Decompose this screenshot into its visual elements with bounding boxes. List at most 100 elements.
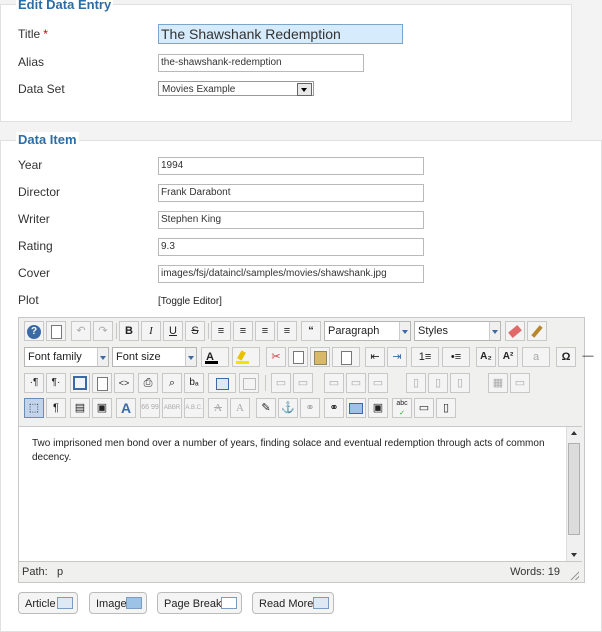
- format-select[interactable]: Paragraph: [324, 321, 411, 341]
- chevron-down-icon[interactable]: [489, 322, 500, 340]
- editor-content-area[interactable]: Two imprisoned men bond over a number of…: [19, 426, 582, 561]
- article-button[interactable]: Article: [18, 592, 78, 614]
- editor-scrollbar[interactable]: [566, 427, 582, 561]
- chevron-down-icon[interactable]: [297, 83, 312, 96]
- blockquote-icon[interactable]: “: [301, 321, 321, 341]
- new-document-icon[interactable]: [46, 321, 66, 341]
- html-source-icon[interactable]: <>: [114, 373, 134, 393]
- superscript-icon[interactable]: A²: [498, 347, 518, 367]
- visual-aid-icon[interactable]: ⬚: [24, 398, 44, 418]
- paste-text-icon[interactable]: [332, 347, 360, 367]
- pilcrow-icon[interactable]: ¶: [46, 398, 66, 418]
- delete-table-icon[interactable]: [239, 373, 259, 393]
- redo-icon[interactable]: ↷: [93, 321, 113, 341]
- ordered-list-icon[interactable]: 1≡: [411, 347, 439, 367]
- text-color-icon[interactable]: A: [201, 347, 229, 367]
- cite-icon[interactable]: 66 99: [140, 398, 160, 418]
- cut-icon[interactable]: ✂: [266, 347, 286, 367]
- ltr-icon[interactable]: ·¶: [24, 373, 44, 393]
- align-right-icon[interactable]: ≡: [277, 321, 297, 341]
- brush-icon[interactable]: [527, 321, 547, 341]
- insert-row-before-icon[interactable]: ▭: [324, 373, 344, 393]
- paste-icon[interactable]: [310, 347, 330, 367]
- rtl-icon[interactable]: ¶·: [46, 373, 66, 393]
- template-icon[interactable]: ▤: [70, 398, 90, 418]
- chevron-down-icon[interactable]: [185, 348, 196, 366]
- fullscreen-icon[interactable]: [70, 373, 90, 393]
- media-icon[interactable]: ▣: [368, 398, 388, 418]
- link-icon[interactable]: ⚭: [324, 398, 344, 418]
- insert-col-after-icon[interactable]: ▯: [428, 373, 448, 393]
- print-icon[interactable]: ⎙: [138, 373, 158, 393]
- resize-handle-icon[interactable]: [570, 571, 579, 580]
- path-value[interactable]: p: [57, 562, 63, 582]
- del-icon[interactable]: A: [208, 398, 228, 418]
- abbr-icon[interactable]: ABBR: [162, 398, 182, 418]
- eraser-icon[interactable]: [505, 321, 525, 341]
- subscript-icon[interactable]: A₂: [476, 347, 496, 367]
- director-input[interactable]: Frank Darabont: [158, 184, 424, 202]
- rating-input[interactable]: 9.3: [158, 238, 424, 256]
- row-props-icon[interactable]: ▭: [271, 373, 291, 393]
- image-icon[interactable]: [346, 398, 366, 418]
- replace-icon[interactable]: bₐ: [184, 373, 204, 393]
- page-break-icon[interactable]: ▣: [92, 398, 112, 418]
- alias-input[interactable]: the-shawshank-redemption: [158, 54, 364, 72]
- undo-icon[interactable]: ↶: [71, 321, 91, 341]
- horizontal-rule-icon[interactable]: —: [578, 347, 598, 367]
- highlight-color-icon[interactable]: [232, 347, 260, 367]
- insert-row-after-icon[interactable]: ▭: [346, 373, 366, 393]
- scroll-down-icon[interactable]: [571, 553, 577, 557]
- read-more-button[interactable]: Read More: [252, 592, 334, 614]
- ins-icon[interactable]: A: [230, 398, 250, 418]
- scrollbar-thumb[interactable]: [568, 443, 580, 535]
- align-justify-icon[interactable]: ≡: [211, 321, 231, 341]
- data-set-select[interactable]: Movies Example: [158, 81, 314, 96]
- preview-icon[interactable]: [92, 373, 112, 393]
- italic-icon[interactable]: I: [141, 321, 161, 341]
- scroll-up-icon[interactable]: [571, 431, 577, 435]
- styles-select[interactable]: Styles: [414, 321, 501, 341]
- font-family-select[interactable]: Font family: [24, 347, 109, 367]
- align-center-icon[interactable]: ≡: [233, 321, 253, 341]
- acronym-icon[interactable]: A.B.C.: [184, 398, 204, 418]
- chevron-down-icon[interactable]: [399, 322, 410, 340]
- spellcheck-icon[interactable]: abc ✓: [392, 398, 412, 418]
- writer-input[interactable]: Stephen King: [158, 211, 424, 229]
- insert-col-before-icon[interactable]: ▯: [406, 373, 426, 393]
- year-input[interactable]: 1994: [158, 157, 424, 175]
- bold-icon[interactable]: B: [119, 321, 139, 341]
- cover-input[interactable]: images/fsj/dataincl/samples/movies/shaws…: [158, 265, 424, 283]
- delete-col-icon[interactable]: ▯: [450, 373, 470, 393]
- read-more-button-label: Read More: [259, 598, 314, 610]
- layer-icon[interactable]: ▭: [414, 398, 434, 418]
- unlink-icon[interactable]: ⚭: [300, 398, 320, 418]
- toggle-editor-link[interactable]: [Toggle Editor]: [158, 296, 222, 307]
- strikethrough-icon[interactable]: S: [185, 321, 205, 341]
- omega-icon[interactable]: Ω: [556, 347, 576, 367]
- image-button[interactable]: Image: [89, 592, 147, 614]
- anchor-icon[interactable]: ⚓: [278, 398, 298, 418]
- readmore-icon[interactable]: ▯: [436, 398, 456, 418]
- outdent-icon[interactable]: ⇤: [365, 347, 385, 367]
- unordered-list-icon[interactable]: •≡: [442, 347, 470, 367]
- merge-cells-icon[interactable]: ▭: [510, 373, 530, 393]
- chevron-down-icon[interactable]: [97, 348, 108, 366]
- align-left-icon[interactable]: ≡: [255, 321, 275, 341]
- split-cells-icon[interactable]: ▦: [488, 373, 508, 393]
- styles-props-icon[interactable]: A: [116, 398, 136, 418]
- insert-table-icon[interactable]: [208, 373, 236, 393]
- page-break-button[interactable]: Page Break: [157, 592, 242, 614]
- cell-props-icon[interactable]: ▭: [293, 373, 313, 393]
- copy-icon[interactable]: [288, 347, 308, 367]
- search-icon[interactable]: ⌕: [162, 373, 182, 393]
- underline-icon[interactable]: U: [163, 321, 183, 341]
- title-input[interactable]: The Shawshank Redemption: [158, 24, 403, 44]
- required-mark: *: [43, 27, 48, 41]
- delete-row-icon[interactable]: ▭: [368, 373, 388, 393]
- indent-icon[interactable]: ⇥: [387, 347, 407, 367]
- attributes-icon[interactable]: ✎: [256, 398, 276, 418]
- font-size-select[interactable]: Font size: [112, 347, 197, 367]
- anchor-link-icon[interactable]: a: [522, 347, 550, 367]
- help-icon[interactable]: ?: [24, 321, 44, 341]
